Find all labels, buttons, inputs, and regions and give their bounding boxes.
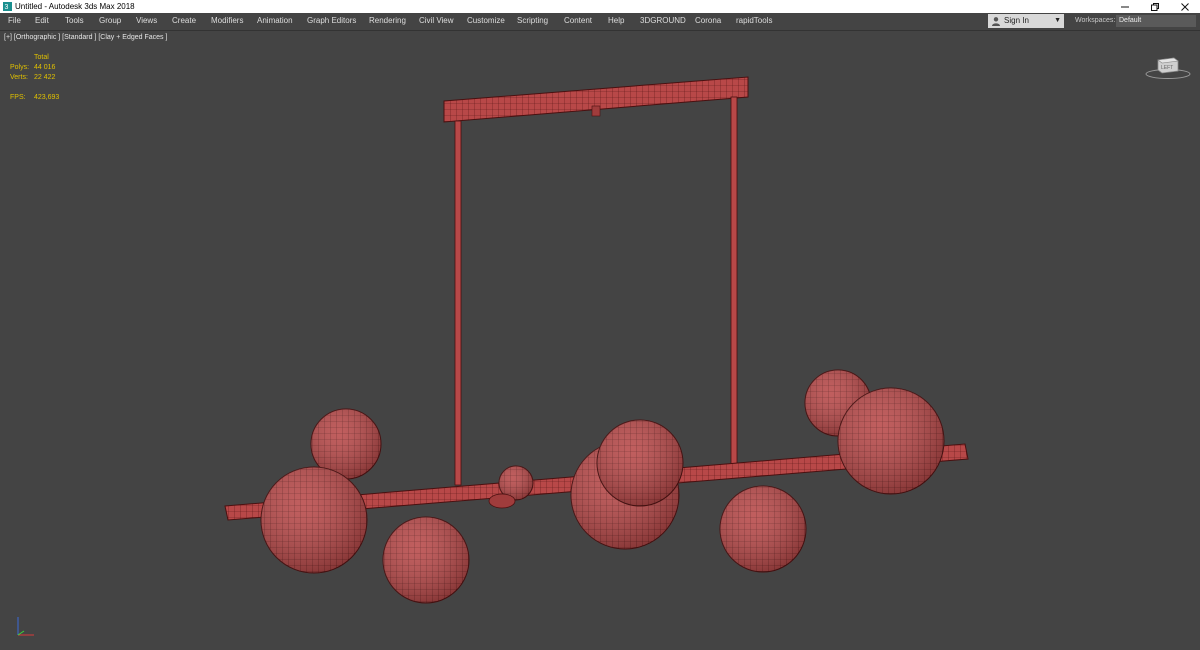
menu-civil-view[interactable]: Civil View xyxy=(419,13,454,29)
menu-tools[interactable]: Tools xyxy=(65,13,84,29)
workspaces-value: Default xyxy=(1119,17,1142,24)
suspension-rod-right xyxy=(730,96,738,466)
workspaces-label: Workspaces: xyxy=(1075,17,1116,24)
menu-corona[interactable]: Corona xyxy=(695,13,721,29)
title-bar: 3 Untitled - Autodesk 3ds Max 2018 xyxy=(0,0,1200,13)
globe xyxy=(596,419,684,507)
menu-scripting[interactable]: Scripting xyxy=(517,13,548,29)
stats-header: Total xyxy=(34,54,49,61)
viewcube-icon[interactable]: LEFT xyxy=(1144,52,1192,80)
canopy-mount xyxy=(591,105,601,117)
menu-views[interactable]: Views xyxy=(136,13,157,29)
menu-rapidtools[interactable]: rapidTools xyxy=(736,13,772,29)
minimize-button[interactable] xyxy=(1110,0,1140,13)
menu-animation[interactable]: Animation xyxy=(257,13,293,29)
menu-file[interactable]: File xyxy=(8,13,21,29)
globe xyxy=(260,466,368,574)
axis-tripod-icon xyxy=(17,617,34,636)
globe xyxy=(837,387,945,495)
polys-value: 44 016 xyxy=(34,64,56,71)
close-icon xyxy=(1181,2,1189,11)
menu-bar: File Edit Tools Group Views Create Modif… xyxy=(0,13,1200,31)
globe xyxy=(382,516,470,604)
svg-text:3: 3 xyxy=(5,4,9,11)
verts-label: Verts: xyxy=(10,74,28,81)
viewport-label[interactable]: [+] [Orthographic ] [Standard ] [Clay + … xyxy=(4,34,167,41)
suspension-rod-left xyxy=(454,120,462,486)
sign-in-dropdown[interactable]: Sign In ▼ xyxy=(988,14,1064,28)
sign-in-label: Sign In xyxy=(1004,16,1029,25)
3ds-max-icon: 3 xyxy=(3,2,12,11)
user-icon xyxy=(992,17,1000,26)
globe xyxy=(719,485,807,573)
window-title: Untitled - Autodesk 3ds Max 2018 xyxy=(15,2,135,11)
dropdown-arrow-icon: ▼ xyxy=(1054,17,1061,24)
viewport[interactable]: [+] [Orthographic ] [Standard ] [Clay + … xyxy=(0,31,1200,650)
fps-value: 423,693 xyxy=(34,94,60,101)
menu-edit[interactable]: Edit xyxy=(35,13,49,29)
menu-3dground[interactable]: 3DGROUND xyxy=(640,13,686,29)
verts-value: 22 422 xyxy=(34,74,56,81)
menu-modifiers[interactable]: Modifiers xyxy=(211,13,243,29)
menu-graph-editors[interactable]: Graph Editors xyxy=(307,13,356,29)
workspaces-select[interactable]: Default xyxy=(1116,15,1196,27)
menu-customize[interactable]: Customize xyxy=(467,13,505,29)
restore-button[interactable] xyxy=(1140,0,1170,13)
chandelier-model xyxy=(224,76,969,604)
minimize-icon xyxy=(1121,6,1129,7)
restore-icon xyxy=(1151,2,1159,11)
menu-content[interactable]: Content xyxy=(564,13,592,29)
close-button[interactable] xyxy=(1170,0,1200,13)
polys-label: Polys: xyxy=(10,64,30,71)
menu-rendering[interactable]: Rendering xyxy=(369,13,406,29)
svg-text:LEFT: LEFT xyxy=(1161,65,1173,71)
menu-create[interactable]: Create xyxy=(172,13,196,29)
menu-help[interactable]: Help xyxy=(608,13,624,29)
menu-group[interactable]: Group xyxy=(99,13,121,29)
fps-label: FPS: xyxy=(10,94,26,101)
